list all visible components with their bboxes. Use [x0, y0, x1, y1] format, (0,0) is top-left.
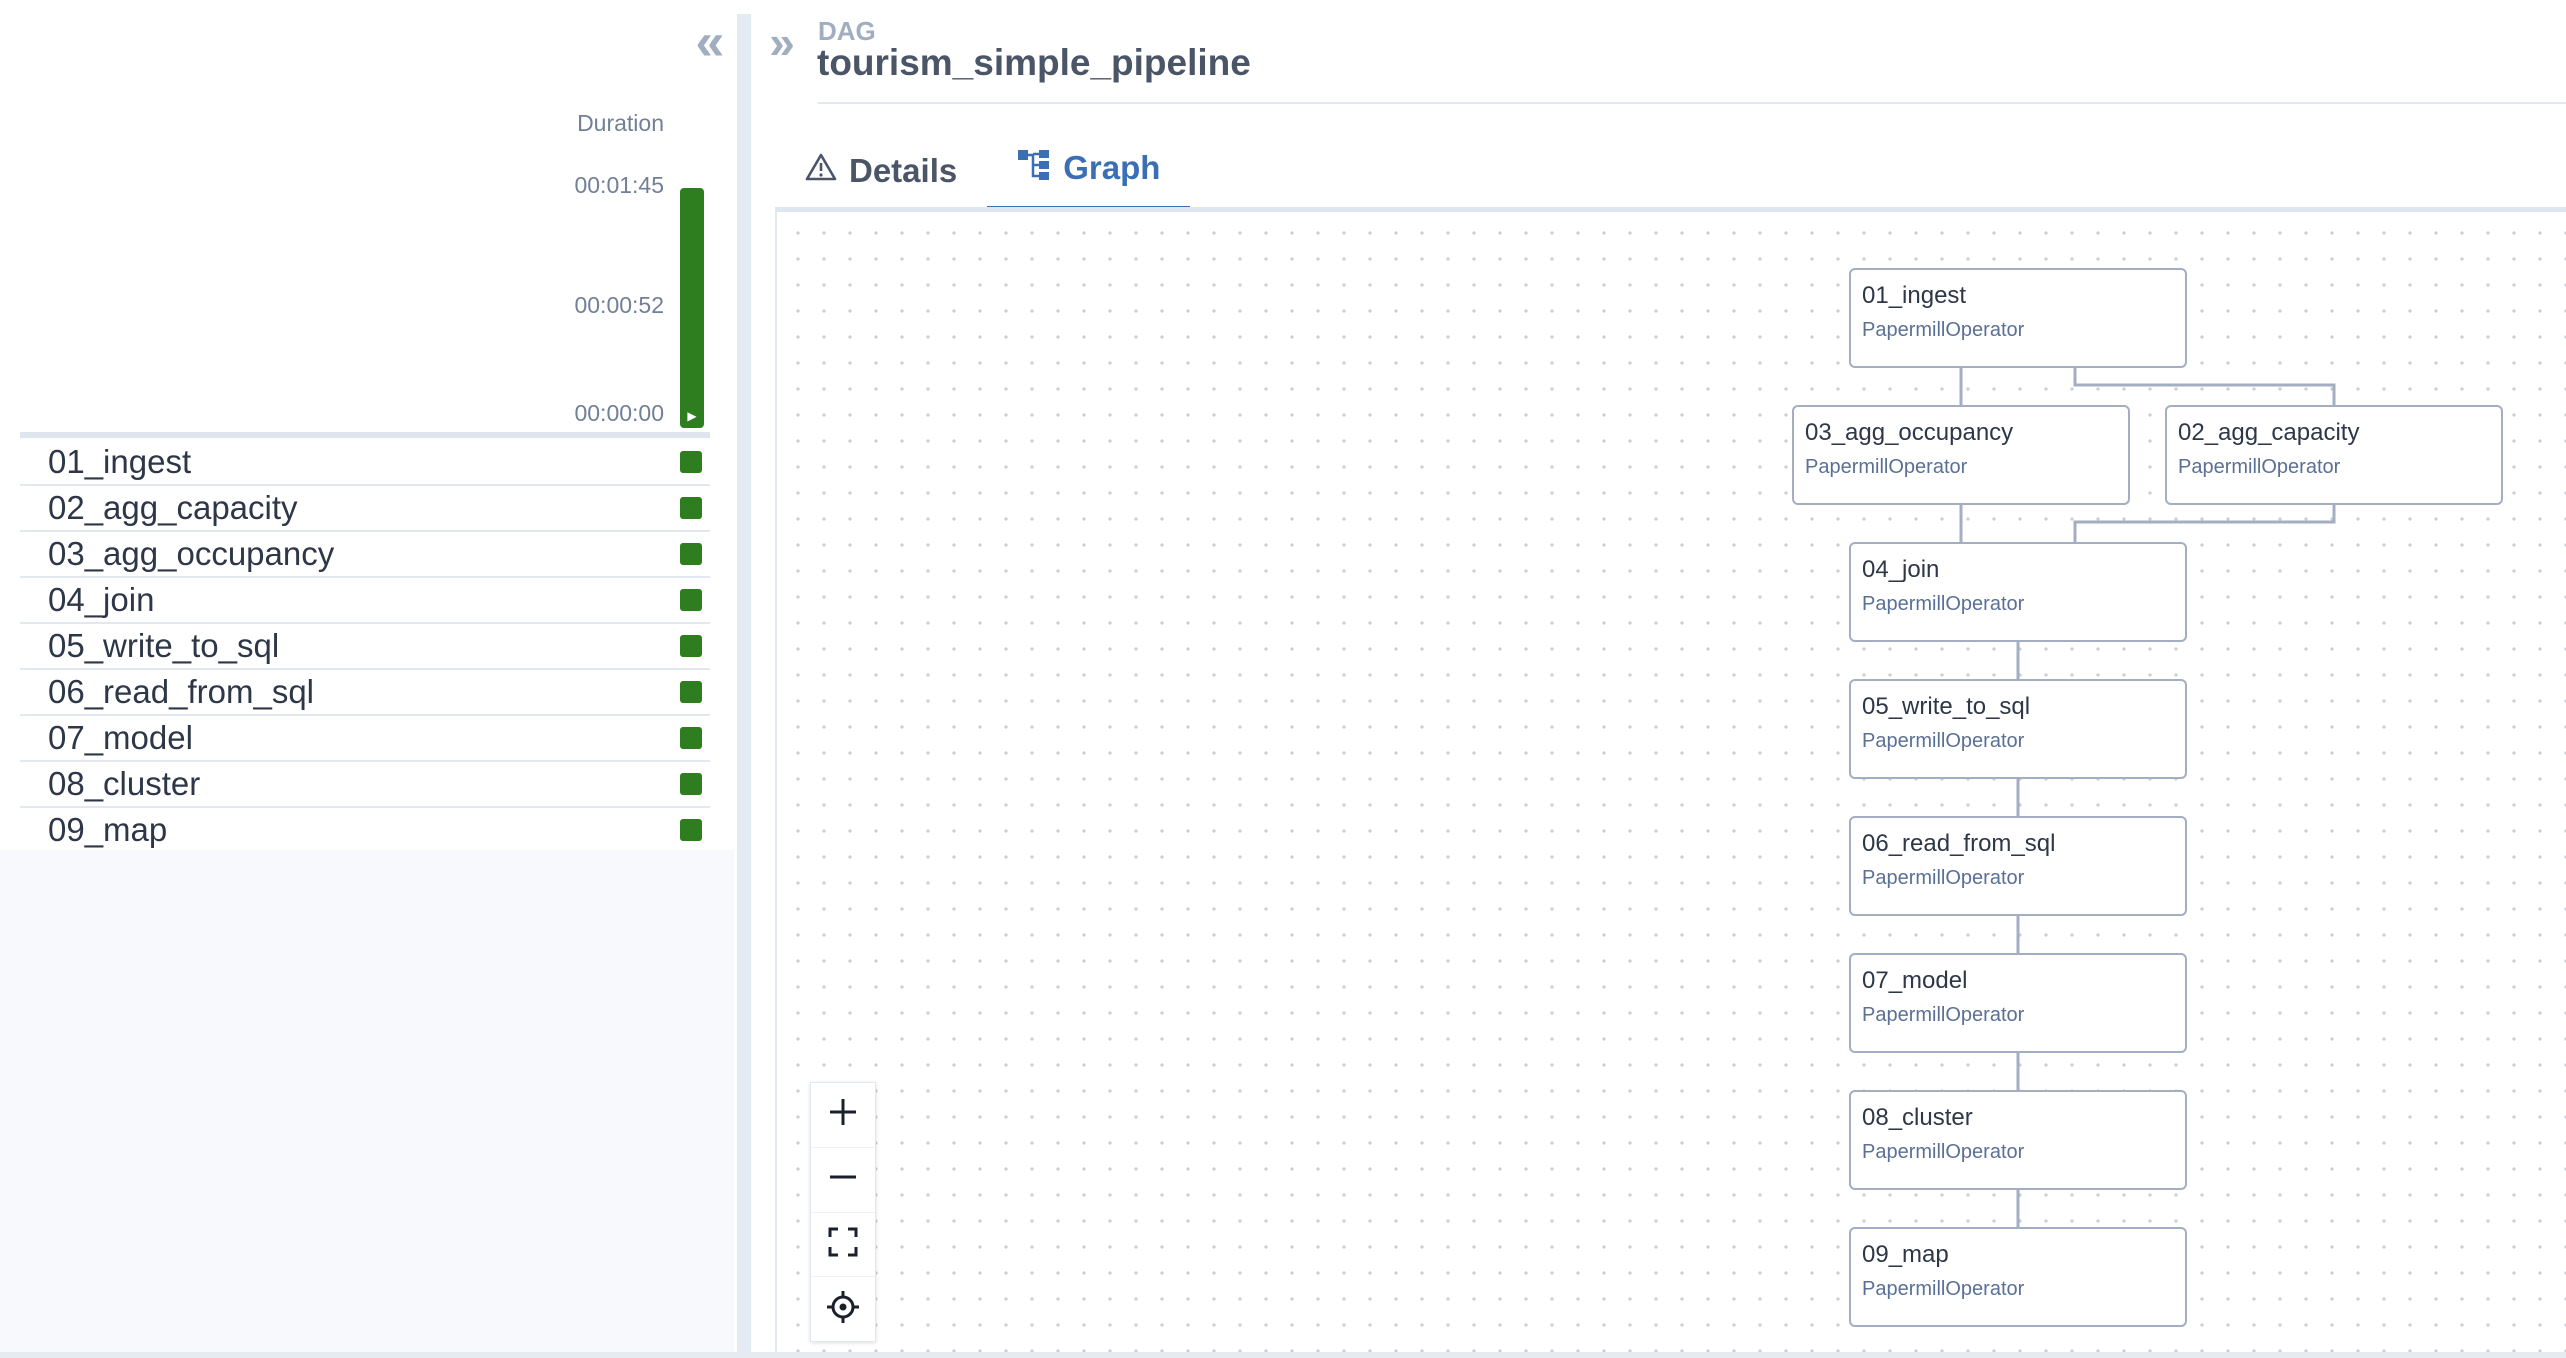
node-task-id: 08_cluster: [1862, 1104, 1973, 1131]
graph-controls: [810, 1082, 876, 1342]
zoom-out-button[interactable]: [811, 1148, 875, 1213]
node-task-id: 05_write_to_sql: [1862, 693, 2031, 720]
task-instance-status[interactable]: [680, 819, 702, 841]
graph-node[interactable]: 01_ingest PapermillOperator: [1849, 268, 2187, 368]
graph-icon: [1017, 148, 1051, 188]
graph-node[interactable]: 07_model PapermillOperator: [1849, 953, 2187, 1053]
tab-details-label: Details: [849, 152, 958, 189]
task-name: 02_agg_capacity: [48, 489, 298, 526]
duration-tick-zero: 00:00:00: [574, 400, 664, 426]
tab-graph[interactable]: Graph: [987, 130, 1191, 212]
play-icon: ▶: [687, 409, 697, 423]
graph-node[interactable]: 03_agg_occupancy PapermillOperator: [1792, 405, 2130, 505]
detail-tabs: Details Graph: [775, 130, 1191, 212]
graph-edges: [1959, 368, 2336, 1227]
dag-graph-canvas[interactable]: 01_ingest PapermillOperator 03_agg_occupa…: [775, 212, 2566, 1352]
duration-tick-mid: 00:00:52: [574, 292, 664, 318]
warning-triangle-icon: [805, 152, 837, 190]
task-name: 04_join: [48, 581, 155, 618]
node-operator: PapermillOperator: [1862, 1141, 2025, 1163]
node-task-id: 06_read_from_sql: [1862, 830, 2056, 857]
node-task-id: 09_map: [1862, 1241, 1949, 1268]
task-name: 01_ingest: [48, 443, 192, 480]
graph-node[interactable]: 02_agg_capacity PapermillOperator: [2165, 405, 2503, 505]
tab-details[interactable]: Details: [775, 130, 987, 212]
dag-id-title[interactable]: tourism_simple_pipeline: [817, 42, 1251, 84]
task-row[interactable]: 01_ingest: [20, 440, 710, 486]
task-row[interactable]: 08_cluster: [20, 762, 710, 808]
graph-node[interactable]: 04_join PapermillOperator: [1849, 542, 2187, 642]
task-name: 05_write_to_sql: [48, 627, 280, 664]
node-operator: PapermillOperator: [1805, 456, 1968, 478]
bottom-border: [0, 1352, 2566, 1358]
task-row[interactable]: 05_write_to_sql: [20, 624, 710, 670]
panel-resize-handle[interactable]: [737, 14, 751, 1352]
expand-details-button[interactable]: »: [760, 14, 804, 70]
node-operator: PapermillOperator: [1862, 1004, 2025, 1026]
edge-ingest-to-agg-capacity: [2073, 368, 2336, 405]
collapse-grid-button[interactable]: «: [685, 14, 735, 70]
node-task-id: 07_model: [1862, 967, 1968, 994]
task-instance-status[interactable]: [680, 681, 702, 703]
task-row[interactable]: 02_agg_capacity: [20, 486, 710, 532]
task-instance-status[interactable]: [680, 451, 702, 473]
task-instance-status[interactable]: [680, 727, 702, 749]
task-name: 03_agg_occupancy: [48, 535, 335, 572]
header-divider: [818, 102, 2566, 104]
zoom-in-button[interactable]: [811, 1083, 875, 1148]
node-operator: PapermillOperator: [1862, 319, 2025, 341]
node-task-id: 01_ingest: [1862, 282, 1967, 309]
center-icon: [826, 1290, 860, 1329]
zoom-in-icon: [827, 1096, 859, 1133]
task-instance-status[interactable]: [680, 497, 702, 519]
node-task-id: 03_agg_occupancy: [1805, 419, 2014, 446]
task-name: 08_cluster: [48, 765, 201, 802]
node-operator: PapermillOperator: [1862, 593, 2025, 615]
run-duration-bar[interactable]: [680, 188, 704, 428]
center-view-button[interactable]: [811, 1277, 875, 1341]
fit-view-icon: [827, 1226, 859, 1263]
graph-node[interactable]: 05_write_to_sql PapermillOperator: [1849, 679, 2187, 779]
graph-node[interactable]: 06_read_from_sql PapermillOperator: [1849, 816, 2187, 916]
task-row[interactable]: 03_agg_occupancy: [20, 532, 710, 578]
node-operator: PapermillOperator: [1862, 1278, 2025, 1300]
edge-agg-capacity-to-join: [2073, 505, 2336, 542]
grid-empty-area: [0, 850, 734, 1352]
graph-node[interactable]: 08_cluster PapermillOperator: [1849, 1090, 2187, 1190]
task-instance-status[interactable]: [680, 589, 702, 611]
task-list: 01_ingest 02_agg_capacity 03_agg_occupan…: [20, 440, 710, 854]
tab-graph-label: Graph: [1063, 149, 1161, 186]
grid-divider: [20, 432, 710, 438]
node-operator: PapermillOperator: [1862, 730, 2025, 752]
duration-tick-max: 00:01:45: [574, 172, 664, 198]
task-row[interactable]: 06_read_from_sql: [20, 670, 710, 716]
task-name: 09_map: [48, 811, 168, 848]
fit-view-button[interactable]: [811, 1213, 875, 1278]
task-name: 06_read_from_sql: [48, 673, 314, 710]
node-task-id: 02_agg_capacity: [2178, 419, 2360, 446]
graph-node[interactable]: 09_map PapermillOperator: [1849, 1227, 2187, 1327]
task-row[interactable]: 09_map: [20, 808, 710, 854]
node-operator: PapermillOperator: [1862, 867, 2025, 889]
task-instance-status[interactable]: [680, 635, 702, 657]
zoom-out-icon: [827, 1161, 859, 1198]
task-row[interactable]: 07_model: [20, 716, 710, 762]
task-name: 07_model: [48, 719, 193, 756]
task-instance-status[interactable]: [680, 543, 702, 565]
grid-panel: « Duration 00:01:45 00:00:52 00:00:00 ▶ …: [0, 0, 734, 1352]
task-row[interactable]: 04_join: [20, 578, 710, 624]
node-operator: PapermillOperator: [2178, 456, 2341, 478]
node-task-id: 04_join: [1862, 556, 1940, 583]
duration-label: Duration: [577, 110, 664, 136]
task-instance-status[interactable]: [680, 773, 702, 795]
